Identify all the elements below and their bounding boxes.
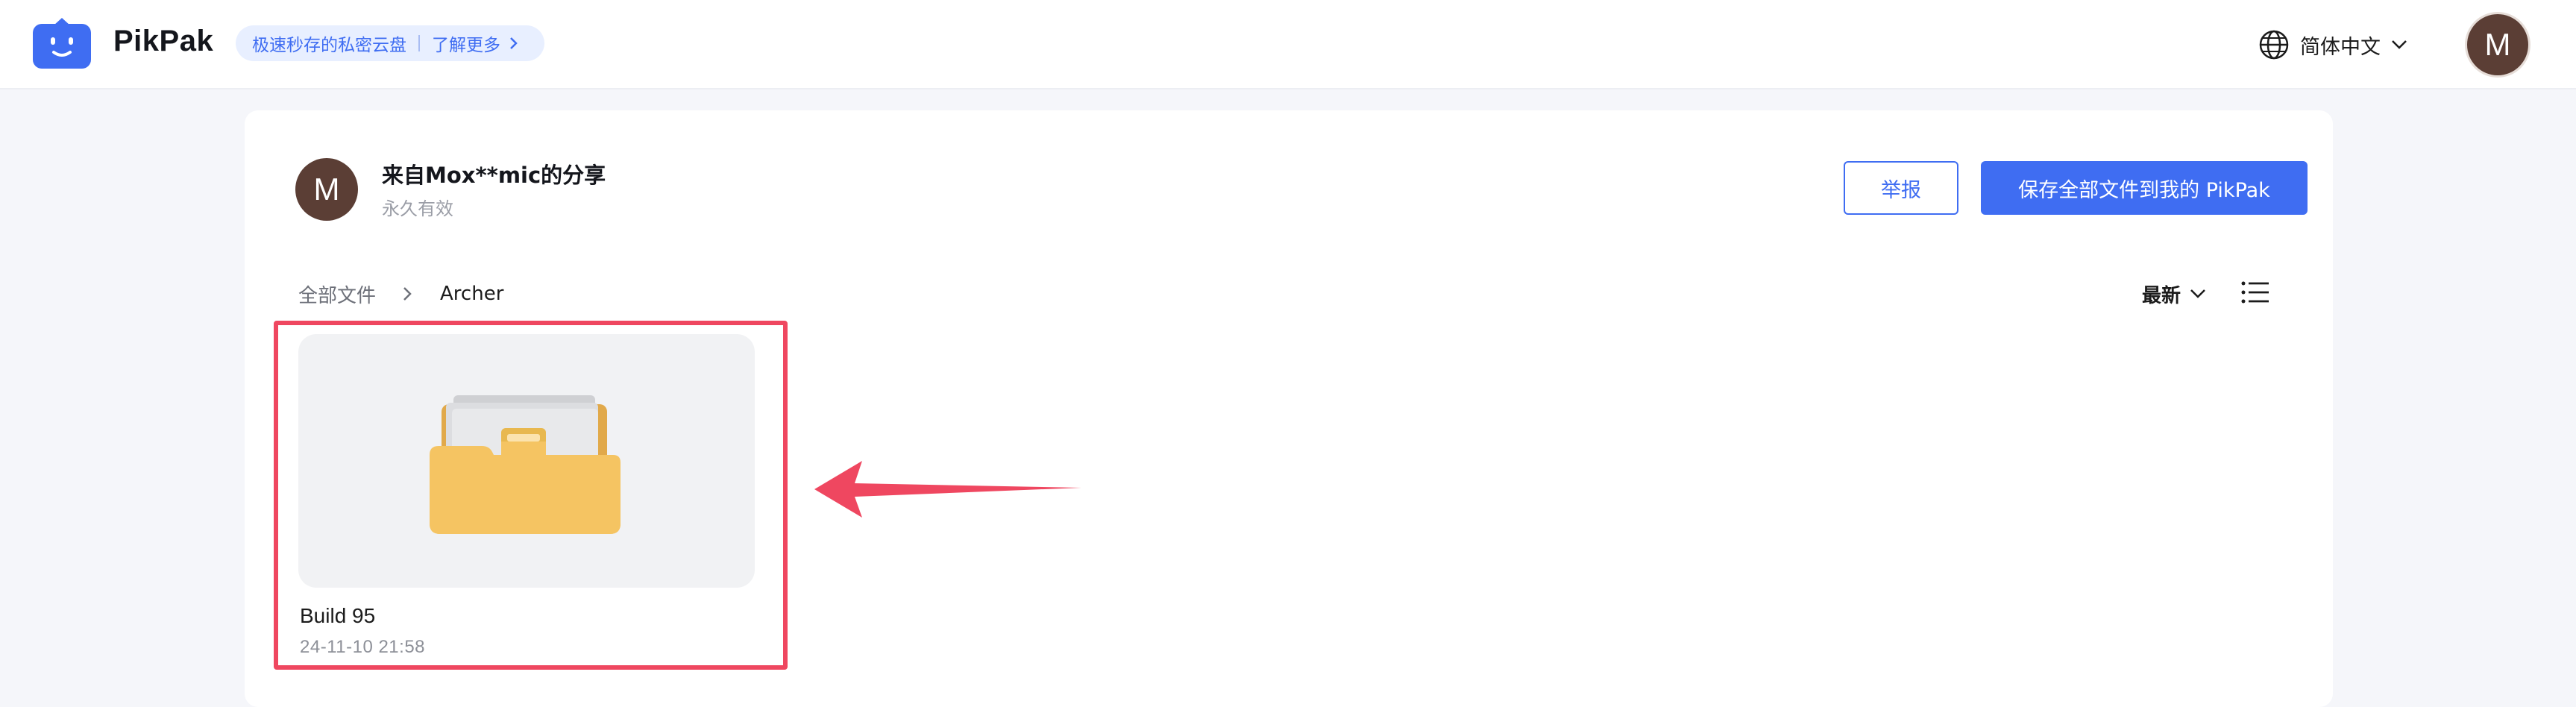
owner-avatar: M [295,158,358,221]
brand-name[interactable]: PikPak [113,25,213,58]
top-bar: PikPak 极速秒存的私密云盘 了解更多 简体中文 M [0,0,2576,89]
share-card: M 来自Mox**mic的分享 永久有效 举报 保存全部文件到我的 PikPak… [245,110,2333,707]
chevron-down-icon [2392,40,2407,49]
report-button[interactable]: 举报 [1844,161,1958,215]
folder-name[interactable]: Build 95 [300,604,375,628]
chevron-right-icon [510,37,518,49]
slogan-pill[interactable]: 极速秒存的私密云盘 了解更多 [236,25,544,61]
folder-item[interactable]: Build 95 24-11-10 21:58 [298,334,755,670]
folder-icon [430,395,621,534]
learn-more-label: 了解更多 [432,36,500,55]
learn-more-link[interactable]: 了解更多 [432,31,518,56]
sort-dropdown[interactable]: 最新 [2142,279,2206,309]
breadcrumb: 全部文件 Archer [298,279,503,309]
slogan-divider [418,35,420,51]
folder-date: 24-11-10 21:58 [300,637,426,657]
folder-thumbnail[interactable] [298,334,755,588]
save-all-button[interactable]: 保存全部文件到我的 PikPak [1981,161,2308,215]
slogan-text: 极速秒存的私密云盘 [252,36,406,55]
chevron-right-icon [403,286,412,301]
list-view-icon[interactable] [2240,277,2270,307]
pikpak-logo-icon[interactable] [31,16,92,70]
language-selector[interactable]: 简体中文 [2258,27,2407,63]
share-validity: 永久有效 [382,198,453,219]
globe-icon [2259,30,2289,60]
language-label: 简体中文 [2300,35,2381,59]
sort-label: 最新 [2142,284,2181,307]
user-avatar[interactable]: M [2467,14,2528,75]
share-title: 来自Mox**mic的分享 [382,163,606,188]
breadcrumb-root[interactable]: 全部文件 [298,280,376,308]
chevron-down-icon [2190,289,2205,298]
breadcrumb-current: Archer [440,283,504,305]
